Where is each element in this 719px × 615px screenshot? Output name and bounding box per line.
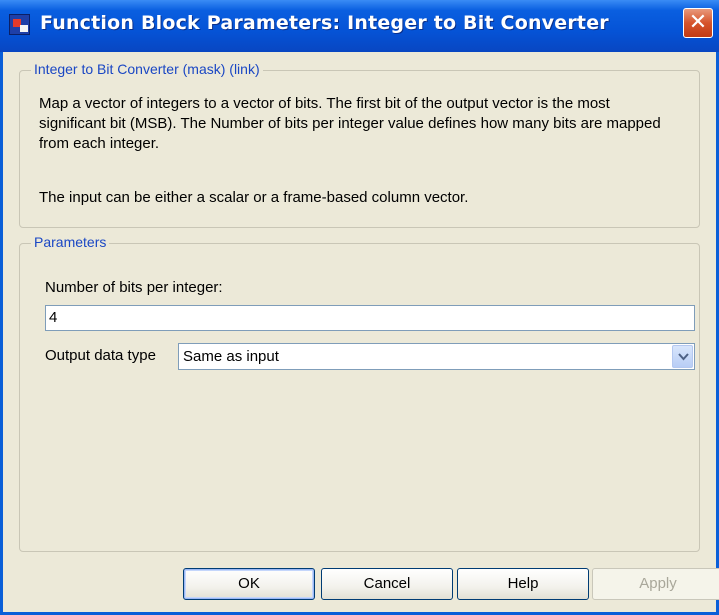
window-title: Function Block Parameters: Integer to Bi… [40,12,609,34]
block-parameters-icon [9,14,30,35]
parameters-group-title: Parameters [31,234,110,250]
output-data-type-value: Same as input [183,348,279,365]
help-button[interactable]: Help [457,568,589,600]
description-group-title: Integer to Bit Converter (mask) (link) [31,61,263,77]
output-data-type-select[interactable]: Same as input [178,343,695,370]
apply-button: Apply [592,568,719,600]
chevron-down-icon[interactable] [672,345,693,368]
description-paragraph-2: The input can be either a scalar or a fr… [39,189,469,206]
title-bar[interactable]: Function Block Parameters: Integer to Bi… [0,0,719,52]
cancel-button[interactable]: Cancel [321,568,453,600]
bits-per-integer-input[interactable]: 4 [45,305,695,331]
output-data-type-label: Output data type [45,347,156,364]
bits-per-integer-label: Number of bits per integer: [45,279,223,296]
dialog-window: Function Block Parameters: Integer to Bi… [0,0,719,615]
description-paragraph-1: Map a vector of integers to a vector of … [39,95,661,152]
ok-button[interactable]: OK [183,568,315,600]
close-button[interactable]: ✕ [683,8,713,38]
